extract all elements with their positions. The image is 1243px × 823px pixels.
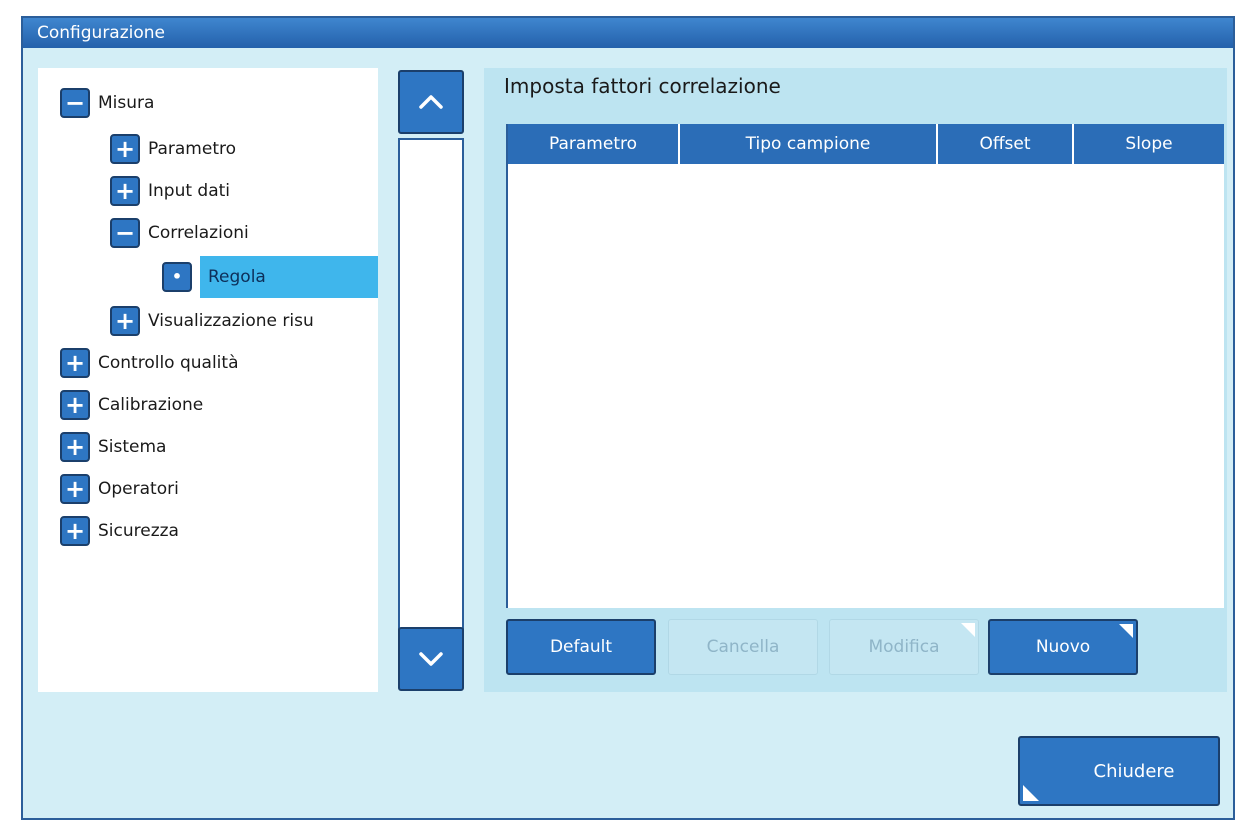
scroll-up-button[interactable]	[398, 70, 464, 134]
close-button-label: Chiudere	[1093, 760, 1175, 782]
tree-item-label: Sicurezza	[98, 521, 179, 541]
default-button-label: Default	[549, 637, 613, 657]
scroll-down-button[interactable]	[398, 627, 464, 691]
default-button[interactable]: Default	[506, 619, 656, 675]
tree-item-sistema[interactable]: + Sistema	[60, 430, 360, 464]
tree-item-label: Regola	[200, 256, 378, 298]
delete-button-label: Cancella	[706, 637, 780, 657]
tree-item-controllo-qualita[interactable]: + Controllo qualità	[60, 346, 360, 380]
scroll-track[interactable]	[398, 138, 464, 634]
tree-item-input-dati[interactable]: + Input dati	[110, 174, 370, 208]
edit-button-label: Modifica	[868, 637, 940, 657]
tree-item-misura[interactable]: − Misura	[60, 86, 360, 120]
panel-title: Imposta fattori correlazione	[504, 74, 781, 98]
new-button-label: Nuovo	[1035, 637, 1091, 657]
tree-item-label: Operatori	[98, 479, 179, 499]
collapse-icon[interactable]: −	[60, 88, 90, 118]
tree-item-label: Parametro	[148, 139, 237, 159]
tree-item-label: Visualizzazione risu	[148, 311, 314, 331]
tree-panel: − Misura + Parametro + Input dati − Corr…	[38, 68, 378, 692]
tree-item-calibrazione[interactable]: + Calibrazione	[60, 388, 360, 422]
expand-icon[interactable]: +	[60, 516, 90, 546]
bullet-icon: •	[162, 262, 192, 292]
tree-item-label: Controllo qualità	[98, 353, 239, 373]
tree-item-regola[interactable]: • Regola	[162, 256, 378, 298]
tree-item-label: Sistema	[98, 437, 167, 457]
expand-icon[interactable]: +	[110, 134, 140, 164]
tree-item-label: Input dati	[148, 181, 231, 201]
expand-icon[interactable]: +	[60, 348, 90, 378]
table-header: Parametro Tipo campione Offset Slope	[508, 124, 1224, 164]
tree-item-label: Misura	[98, 93, 155, 113]
tree-item-correlazioni[interactable]: − Correlazioni	[110, 216, 370, 250]
chevron-up-icon	[419, 95, 443, 109]
edit-button[interactable]: Modifica	[829, 619, 979, 675]
close-button[interactable]: Chiudere	[1018, 736, 1220, 806]
corner-indicator-icon	[1023, 785, 1039, 801]
new-button[interactable]: Nuovo	[988, 619, 1138, 675]
tree-item-operatori[interactable]: + Operatori	[60, 472, 360, 506]
tree-item-label: Correlazioni	[148, 223, 249, 243]
tree-item-label: Calibrazione	[98, 395, 204, 415]
column-header-parametro[interactable]: Parametro	[508, 124, 680, 164]
expand-icon[interactable]: +	[110, 176, 140, 206]
tree-item-parametro[interactable]: + Parametro	[110, 132, 370, 166]
expand-icon[interactable]: +	[110, 306, 140, 336]
collapse-icon[interactable]: −	[110, 218, 140, 248]
chevron-down-icon	[419, 652, 443, 666]
window-title: Configurazione	[23, 18, 1233, 48]
correlation-panel: Imposta fattori correlazione Parametro T…	[484, 68, 1227, 692]
tree-item-visualizzazione[interactable]: + Visualizzazione risu	[110, 304, 378, 338]
column-header-offset[interactable]: Offset	[938, 124, 1074, 164]
expand-icon[interactable]: +	[60, 432, 90, 462]
corner-indicator-icon	[961, 623, 975, 637]
configuration-window: Configurazione − Misura + Parametro + In…	[21, 16, 1235, 820]
column-header-tipo-campione[interactable]: Tipo campione	[680, 124, 938, 164]
expand-icon[interactable]: +	[60, 474, 90, 504]
delete-button[interactable]: Cancella	[668, 619, 818, 675]
tree-item-sicurezza[interactable]: + Sicurezza	[60, 514, 360, 548]
correlation-table[interactable]: Parametro Tipo campione Offset Slope	[506, 124, 1224, 608]
corner-indicator-icon	[1119, 624, 1133, 638]
expand-icon[interactable]: +	[60, 390, 90, 420]
column-header-slope[interactable]: Slope	[1074, 124, 1224, 164]
